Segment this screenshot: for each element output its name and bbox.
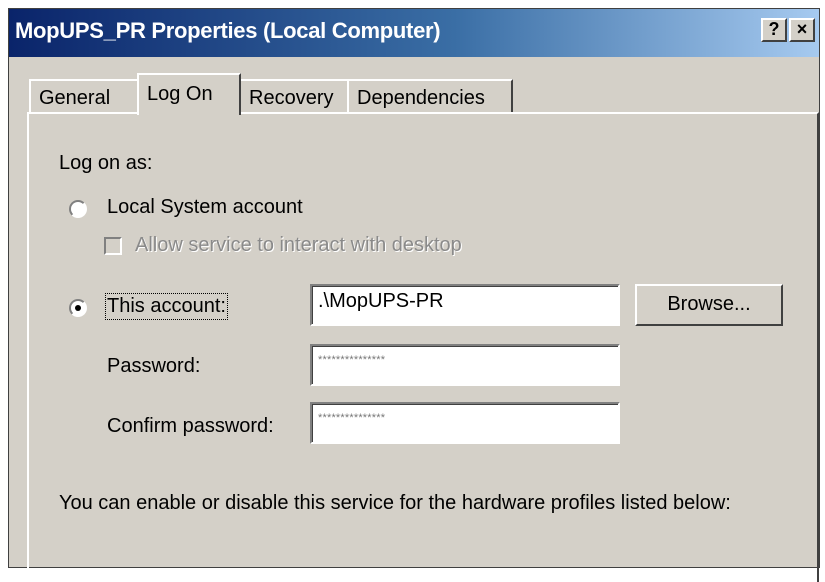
close-button[interactable]: ×	[789, 18, 815, 42]
tab-recovery[interactable]: Recovery	[239, 79, 349, 113]
log-on-panel: Log on as: Local System account Allow se…	[27, 112, 819, 582]
confirm-password-label: Confirm password:	[107, 415, 274, 437]
log-on-as-heading: Log on as:	[59, 152, 153, 174]
tab-log-on[interactable]: Log On	[137, 73, 241, 115]
confirm-password-input[interactable]: ***************	[310, 402, 620, 444]
browse-button[interactable]: Browse...	[635, 284, 783, 326]
local-system-radio[interactable]	[69, 200, 87, 218]
radio-selected-dot	[75, 305, 81, 311]
title-bar[interactable]: MopUPS_PR Properties (Local Computer) ? …	[9, 9, 819, 57]
properties-dialog: MopUPS_PR Properties (Local Computer) ? …	[8, 8, 820, 582]
hardware-profiles-note: You can enable or disable this service f…	[59, 492, 731, 514]
help-button[interactable]: ?	[761, 18, 787, 42]
tab-general[interactable]: General	[29, 79, 139, 113]
tab-dependencies[interactable]: Dependencies	[347, 79, 513, 113]
password-label: Password:	[107, 355, 201, 377]
local-system-label[interactable]: Local System account	[107, 196, 303, 219]
interact-desktop-checkbox	[104, 237, 122, 255]
this-account-radio[interactable]	[69, 299, 87, 317]
interact-desktop-label: Allow service to interact with desktop	[135, 234, 462, 256]
password-input[interactable]: ***************	[310, 344, 620, 386]
window-title: MopUPS_PR Properties (Local Computer)	[15, 18, 441, 43]
this-account-label[interactable]: This account:	[105, 293, 228, 320]
account-input[interactable]: .\MopUPS-PR	[310, 284, 620, 326]
